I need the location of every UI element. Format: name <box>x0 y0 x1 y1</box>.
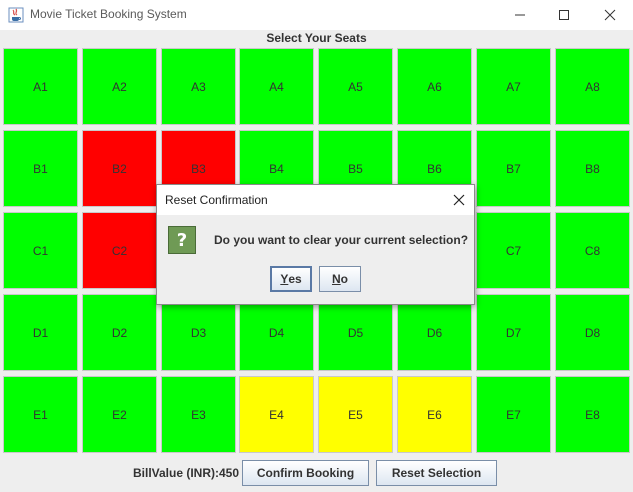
yes-mnemonic: Y <box>280 272 289 286</box>
bottom-bar: BillValue (INR):450 Confirm Booking Rese… <box>0 457 633 492</box>
seat-d4[interactable]: D4 <box>239 294 314 371</box>
seat-e1[interactable]: E1 <box>3 376 78 453</box>
java-app-icon <box>8 7 24 23</box>
seat-d1[interactable]: D1 <box>3 294 78 371</box>
close-button[interactable] <box>587 0 633 30</box>
seat-a2[interactable]: A2 <box>82 48 157 125</box>
minimize-button[interactable] <box>497 0 543 30</box>
seat-a4[interactable]: A4 <box>239 48 314 125</box>
maximize-icon <box>559 10 569 20</box>
seat-a1[interactable]: A1 <box>3 48 78 125</box>
main-window: Movie Ticket Booking System Select Your … <box>0 0 633 492</box>
seat-e7[interactable]: E7 <box>476 376 551 453</box>
maximize-button[interactable] <box>541 0 587 30</box>
seat-a6[interactable]: A6 <box>397 48 472 125</box>
seat-e8[interactable]: E8 <box>555 376 630 453</box>
seat-d5[interactable]: D5 <box>318 294 393 371</box>
seat-d3[interactable]: D3 <box>161 294 236 371</box>
title-bar: Movie Ticket Booking System <box>0 0 633 30</box>
dialog-message: Do you want to clear your current select… <box>214 233 469 247</box>
seat-d8[interactable]: D8 <box>555 294 630 371</box>
close-icon <box>604 9 616 21</box>
seat-b7[interactable]: B7 <box>476 130 551 207</box>
seat-a7[interactable]: A7 <box>476 48 551 125</box>
seat-a5[interactable]: A5 <box>318 48 393 125</box>
seat-d7[interactable]: D7 <box>476 294 551 371</box>
dialog-close-icon[interactable] <box>450 191 468 209</box>
seat-e6[interactable]: E6 <box>397 376 472 453</box>
seat-c8[interactable]: C8 <box>555 212 630 289</box>
seat-d2[interactable]: D2 <box>82 294 157 371</box>
seat-e4[interactable]: E4 <box>239 376 314 453</box>
dialog-title: Reset Confirmation <box>165 193 268 207</box>
seat-c2[interactable]: C2 <box>82 212 157 289</box>
seat-b8[interactable]: B8 <box>555 130 630 207</box>
seat-heading: Select Your Seats <box>266 31 367 45</box>
seat-c7[interactable]: C7 <box>476 212 551 289</box>
seat-b2[interactable]: B2 <box>82 130 157 207</box>
seat-e5[interactable]: E5 <box>318 376 393 453</box>
no-mnemonic: N <box>331 272 341 286</box>
seat-c1[interactable]: C1 <box>3 212 78 289</box>
yes-button[interactable]: Yes <box>270 266 312 292</box>
seat-d6[interactable]: D6 <box>397 294 472 371</box>
reset-selection-button[interactable]: Reset Selection <box>376 460 497 486</box>
window-title: Movie Ticket Booking System <box>30 7 187 21</box>
bill-value: BillValue (INR):450 <box>133 466 240 480</box>
reset-confirmation-dialog: Reset Confirmation ? Do you want to clea… <box>156 184 475 305</box>
question-icon: ? <box>168 226 196 254</box>
seat-b1[interactable]: B1 <box>3 130 78 207</box>
confirm-booking-button[interactable]: Confirm Booking <box>242 460 369 486</box>
dialog-title-bar: Reset Confirmation <box>157 185 474 215</box>
no-button[interactable]: No <box>319 266 361 292</box>
seat-a8[interactable]: A8 <box>555 48 630 125</box>
seat-e3[interactable]: E3 <box>161 376 236 453</box>
minimize-icon <box>515 14 525 16</box>
seat-a3[interactable]: A3 <box>161 48 236 125</box>
seat-e2[interactable]: E2 <box>82 376 157 453</box>
